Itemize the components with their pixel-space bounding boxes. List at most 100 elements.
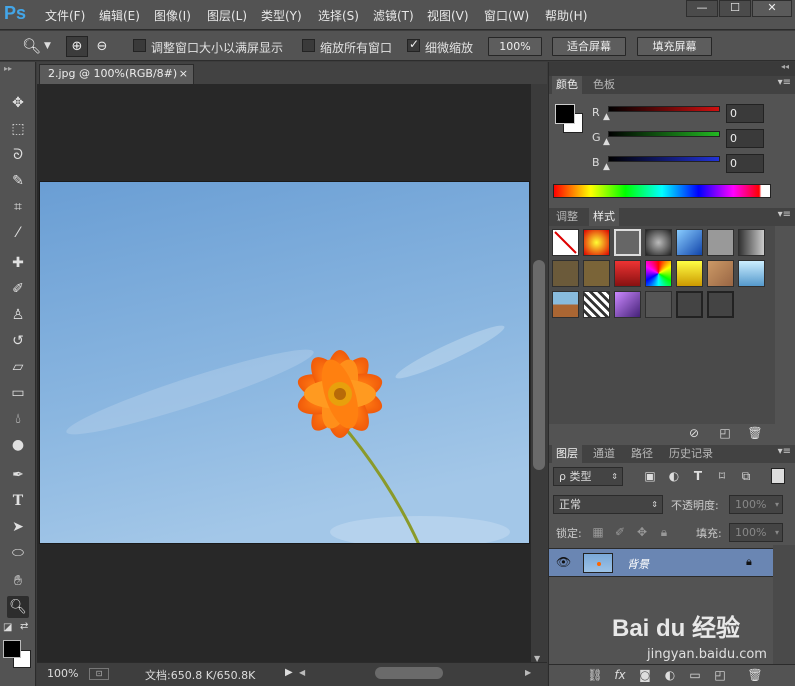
zoom-tool-preset-icon[interactable]: 🔍︎ xyxy=(22,37,42,55)
style-swatch[interactable] xyxy=(552,260,579,287)
maximize-button[interactable]: ☐ xyxy=(719,0,751,17)
scroll-right-arrow-icon[interactable]: ▶ xyxy=(525,668,531,677)
tab-paths[interactable]: 路径 xyxy=(627,445,657,463)
eyedropper-tool-icon[interactable]: ⁄ xyxy=(7,222,29,244)
fill-input[interactable]: 100% ▾ xyxy=(729,523,783,542)
channel-g-handle-icon[interactable]: ▲ xyxy=(603,137,610,147)
lock-all-icon[interactable]: 🔒︎ xyxy=(656,525,672,540)
color-foreground-swatch[interactable] xyxy=(555,104,575,124)
menu-filter[interactable]: 滤镜(T) xyxy=(373,7,414,24)
lock-image-icon[interactable]: ✐ xyxy=(612,525,628,539)
fill-screen-button[interactable]: 填充屏幕 xyxy=(637,37,712,56)
close-tab-icon[interactable]: × xyxy=(179,65,188,83)
channel-b-slider[interactable] xyxy=(608,156,720,162)
style-swatch[interactable] xyxy=(614,291,641,318)
foreground-color-swatch[interactable] xyxy=(3,640,21,658)
history-brush-tool-icon[interactable]: ↺ xyxy=(7,330,29,352)
channel-b-value[interactable]: 0 xyxy=(726,154,764,173)
scroll-left-arrow-icon[interactable]: ◀ xyxy=(299,668,305,677)
style-swatch[interactable] xyxy=(738,229,765,256)
move-tool-icon[interactable]: ✥ xyxy=(7,92,29,114)
style-swatch[interactable] xyxy=(707,260,734,287)
blend-mode-select[interactable]: 正常 ⇕ xyxy=(553,495,663,514)
delete-style-icon[interactable]: 🗑︎ xyxy=(747,426,763,440)
add-mask-icon[interactable]: ◙ xyxy=(637,668,653,682)
style-swatch[interactable] xyxy=(676,291,703,318)
lasso-tool-icon[interactable]: ᘐ xyxy=(7,144,29,166)
style-swatch[interactable] xyxy=(614,260,641,287)
brush-tool-icon[interactable]: ✐ xyxy=(7,278,29,300)
style-swatch[interactable] xyxy=(707,229,734,256)
style-swatch[interactable] xyxy=(614,229,641,256)
horizontal-scroll-thumb[interactable] xyxy=(375,667,443,679)
fit-screen-button[interactable]: 适合屏幕 xyxy=(552,37,626,56)
delete-layer-icon[interactable]: 🗑︎ xyxy=(747,668,763,682)
path-selection-tool-icon[interactable]: ➤ xyxy=(7,516,29,538)
layer-fx-icon[interactable]: fx xyxy=(612,668,628,682)
style-swatch[interactable] xyxy=(583,260,610,287)
menu-select[interactable]: 选择(S) xyxy=(318,7,359,24)
menu-edit[interactable]: 编辑(E) xyxy=(99,7,140,24)
tab-styles[interactable]: 样式 xyxy=(589,208,619,226)
zoom-in-icon[interactable]: ⊕ xyxy=(66,36,88,57)
eraser-tool-icon[interactable]: ▱ xyxy=(7,356,29,378)
filter-shape-icon[interactable]: ⌑ xyxy=(714,469,730,483)
style-swatch[interactable] xyxy=(707,291,734,318)
new-adjustment-icon[interactable]: ◐ xyxy=(662,668,678,682)
style-swatch[interactable] xyxy=(552,291,579,318)
close-button[interactable]: ✕ xyxy=(752,0,792,17)
style-swatch[interactable] xyxy=(552,229,579,256)
tab-color[interactable]: 颜色 xyxy=(552,76,582,94)
tab-history[interactable]: 历史记录 xyxy=(665,445,717,463)
type-tool-icon[interactable]: T xyxy=(7,490,29,512)
layer-row-background[interactable]: 👁︎ 背景 🔒︎ xyxy=(549,548,773,577)
tab-swatches[interactable]: 色板 xyxy=(589,76,619,94)
panel-menu-icon[interactable]: ▾≡ xyxy=(778,77,791,88)
zoom-tool-icon[interactable]: 🔍︎ xyxy=(7,596,29,618)
dodge-tool-icon[interactable]: ● xyxy=(7,434,29,456)
channel-g-slider[interactable] xyxy=(608,131,720,137)
menu-file[interactable]: 文件(F) xyxy=(45,7,85,24)
filter-pixel-icon[interactable]: ▣ xyxy=(642,469,658,483)
document-image[interactable] xyxy=(39,181,530,544)
zoom-all-windows-checkbox[interactable] xyxy=(302,39,315,52)
lock-position-icon[interactable]: ✥ xyxy=(634,525,650,539)
new-layer-icon[interactable]: ◰ xyxy=(712,668,728,682)
shape-tool-icon[interactable]: ⬭ xyxy=(7,542,29,564)
style-swatch[interactable] xyxy=(645,229,672,256)
channel-r-slider[interactable] xyxy=(608,106,720,112)
channel-r-handle-icon[interactable]: ▲ xyxy=(603,112,610,122)
document-tab[interactable]: 2.jpg @ 100%(RGB/8#) × xyxy=(39,64,194,84)
style-swatch[interactable] xyxy=(645,291,672,318)
style-swatch[interactable] xyxy=(738,260,765,287)
menu-type[interactable]: 类型(Y) xyxy=(261,7,302,24)
style-swatch[interactable] xyxy=(676,260,703,287)
pen-tool-icon[interactable]: ✒ xyxy=(7,464,29,486)
link-layers-icon[interactable]: ⛓︎ xyxy=(587,668,603,682)
marquee-tool-icon[interactable]: ⬚ xyxy=(7,118,29,140)
panel-menu-icon[interactable]: ▾≡ xyxy=(778,209,791,220)
zoom-level[interactable]: 100% xyxy=(47,667,78,680)
menu-window[interactable]: 窗口(W) xyxy=(484,7,529,24)
panel-menu-icon[interactable]: ▾≡ xyxy=(778,446,791,457)
layer-visibility-eye-icon[interactable]: 👁︎ xyxy=(556,555,571,569)
healing-brush-tool-icon[interactable]: ✚ xyxy=(7,252,29,274)
menu-view[interactable]: 视图(V) xyxy=(427,7,469,24)
crop-tool-icon[interactable]: ⌗ xyxy=(7,196,29,218)
style-swatch[interactable] xyxy=(676,229,703,256)
new-group-icon[interactable]: ▭ xyxy=(687,668,703,682)
new-style-icon[interactable]: ◰ xyxy=(717,426,733,440)
chevron-down-icon[interactable]: ▼ xyxy=(44,41,51,51)
filter-smart-icon[interactable]: ⧉ xyxy=(738,469,754,484)
resize-windows-checkbox[interactable] xyxy=(133,39,146,52)
collapse-toolbar-icon[interactable]: ▸▸ xyxy=(4,64,12,73)
layer-name[interactable]: 背景 xyxy=(627,556,649,572)
status-menu-arrow-icon[interactable]: ▶ xyxy=(285,667,293,678)
channel-g-value[interactable]: 0 xyxy=(726,129,764,148)
tab-adjustments[interactable]: 调整 xyxy=(552,208,582,226)
menu-layer[interactable]: 图层(L) xyxy=(207,7,247,24)
menu-help[interactable]: 帮助(H) xyxy=(545,7,587,24)
filter-adjustment-icon[interactable]: ◐ xyxy=(666,469,682,483)
menu-image[interactable]: 图像(I) xyxy=(154,7,191,24)
vertical-scroll-thumb[interactable] xyxy=(533,260,545,470)
